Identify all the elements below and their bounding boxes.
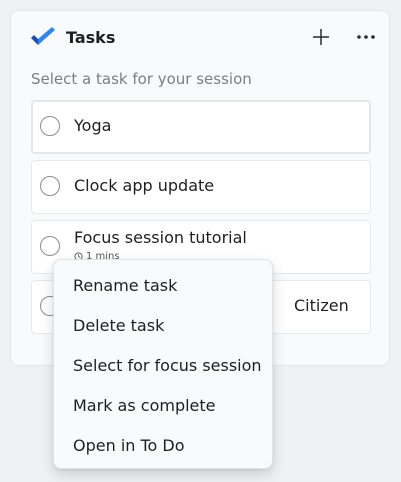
widget-header: Tasks (11, 11, 389, 63)
mark-as-complete-menu-item[interactable]: Mark as complete (58, 387, 268, 423)
delete-task-menu-item[interactable]: Delete task (58, 307, 268, 343)
task-radio[interactable] (40, 116, 60, 136)
task-item[interactable]: Clock app update (31, 160, 371, 214)
task-name: Citizen (294, 296, 349, 315)
widget-subtitle: Select a task for your session (31, 70, 252, 88)
task-name: Focus session tutorial (74, 228, 247, 247)
select-for-focus-session-menu-item[interactable]: Select for focus session (58, 347, 268, 383)
plus-icon (313, 29, 329, 45)
task-item[interactable]: Yoga (31, 100, 371, 154)
task-radio[interactable] (40, 176, 60, 196)
more-horizontal-icon (357, 35, 375, 39)
rename-task-menu-item[interactable]: Rename task (58, 267, 268, 303)
open-in-todo-menu-item[interactable]: Open in To Do (58, 427, 268, 463)
task-radio[interactable] (40, 236, 60, 256)
todo-checkmark-icon (31, 27, 55, 45)
more-options-button[interactable] (351, 23, 381, 51)
add-task-button[interactable] (306, 23, 336, 51)
task-name: Yoga (74, 116, 112, 135)
task-context-menu: Rename task Delete task Select for focus… (53, 259, 273, 469)
widget-title: Tasks (66, 28, 116, 47)
task-name: Clock app update (74, 176, 215, 195)
